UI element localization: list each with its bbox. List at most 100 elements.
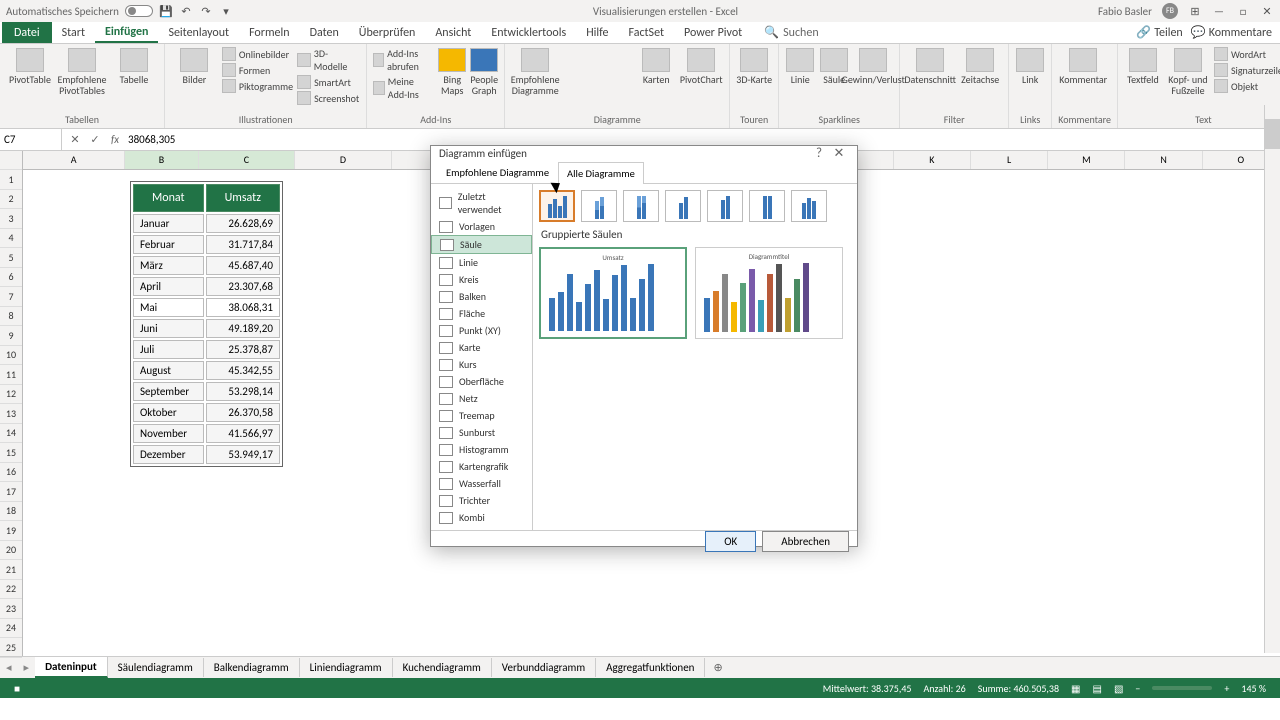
- row-header-4[interactable]: 4: [0, 229, 22, 249]
- row-header-7[interactable]: 7: [0, 287, 22, 307]
- table-button[interactable]: Tabelle: [110, 46, 158, 85]
- tab-einfuegen[interactable]: Einfügen: [95, 22, 158, 43]
- textfield-button[interactable]: Textfeld: [1124, 46, 1162, 85]
- tab-powerpivot[interactable]: Power Pivot: [674, 22, 752, 43]
- get-addins-button[interactable]: Add-Ins abrufen: [373, 46, 434, 74]
- pivottable-button[interactable]: PivotTable: [6, 46, 54, 85]
- cell-umsatz[interactable]: 25.378,87: [206, 340, 280, 359]
- signature-button[interactable]: Signaturzeile: [1214, 62, 1280, 78]
- slicer-button[interactable]: Datenschnitt: [906, 46, 954, 85]
- row-header-1[interactable]: 1: [0, 170, 22, 190]
- tab-hilfe[interactable]: Hilfe: [576, 22, 618, 43]
- row-header-6[interactable]: 6: [0, 268, 22, 288]
- chart-type-kombi[interactable]: Kombi: [431, 509, 532, 526]
- chart-type-trichter[interactable]: Trichter: [431, 492, 532, 509]
- chart-type-vorlagen[interactable]: Vorlagen: [431, 218, 532, 235]
- link-button[interactable]: Link: [1015, 46, 1045, 85]
- col-header-A[interactable]: A: [23, 151, 125, 169]
- zoom-out-icon[interactable]: −: [1135, 682, 1140, 695]
- cell-monat[interactable]: Oktober: [133, 403, 204, 422]
- cell-monat[interactable]: April: [133, 277, 204, 296]
- chart-type-balken[interactable]: Balken: [431, 288, 532, 305]
- tab-daten[interactable]: Daten: [300, 22, 349, 43]
- chart-gallery-line-icon[interactable]: [587, 46, 607, 62]
- cell-umsatz[interactable]: 53.298,14: [206, 382, 280, 401]
- sparkline-line-button[interactable]: Linie: [785, 46, 815, 85]
- subtype-clustered-column[interactable]: [539, 190, 575, 222]
- chart-type-kreis[interactable]: Kreis: [431, 271, 532, 288]
- row-header-9[interactable]: 9: [0, 326, 22, 346]
- row-header-8[interactable]: 8: [0, 307, 22, 327]
- row-header-3[interactable]: 3: [0, 209, 22, 229]
- zoom-level[interactable]: 145 %: [1241, 682, 1266, 695]
- chart-type-treemap[interactable]: Treemap: [431, 407, 532, 424]
- sheet-nav-first-icon[interactable]: ◂: [0, 661, 18, 674]
- chart-type-punkt-xy-[interactable]: Punkt (XY): [431, 322, 532, 339]
- people-graph-button[interactable]: People Graph: [470, 46, 498, 96]
- tab-ansicht[interactable]: Ansicht: [425, 22, 481, 43]
- pictograms-button[interactable]: Piktogramme: [222, 78, 293, 94]
- cell-umsatz[interactable]: 31.717,84: [206, 235, 280, 254]
- window-options-icon[interactable]: ⊞: [1188, 4, 1202, 18]
- comment-button[interactable]: Kommentar: [1058, 46, 1108, 85]
- pivotchart-button[interactable]: PivotChart: [679, 46, 723, 85]
- cell-umsatz[interactable]: 53.949,17: [206, 445, 280, 464]
- row-header-12[interactable]: 12: [0, 385, 22, 405]
- object-button[interactable]: Objekt: [1214, 78, 1280, 94]
- row-header-17[interactable]: 17: [0, 482, 22, 502]
- cell-umsatz[interactable]: 49.189,20: [206, 319, 280, 338]
- 3dmodels-button[interactable]: 3D-Modelle: [297, 46, 360, 74]
- chart-gallery-scatter-icon[interactable]: [611, 64, 631, 80]
- subtype-3d-clustered[interactable]: [665, 190, 701, 222]
- name-box[interactable]: C7: [0, 129, 62, 150]
- cell-monat[interactable]: Dezember: [133, 445, 204, 464]
- share-button[interactable]: 🔗 Teilen: [1136, 25, 1183, 40]
- row-header-19[interactable]: 19: [0, 521, 22, 541]
- dialog-tab-all[interactable]: Alle Diagramme: [558, 162, 644, 184]
- row-header-5[interactable]: 5: [0, 248, 22, 268]
- row-header-20[interactable]: 20: [0, 541, 22, 561]
- col-header-N[interactable]: N: [1125, 151, 1202, 169]
- table-row[interactable]: April23.307,68: [133, 277, 280, 296]
- chart-type-netz[interactable]: Netz: [431, 390, 532, 407]
- user-avatar[interactable]: FB: [1162, 3, 1178, 19]
- cell-monat[interactable]: August: [133, 361, 204, 380]
- chart-type-s-ule[interactable]: Säule: [431, 235, 532, 254]
- dialog-tab-recommended[interactable]: Empfohlene Diagramme: [437, 161, 558, 183]
- table-row[interactable]: Dezember53.949,17: [133, 445, 280, 464]
- sheet-tab-kuchendiagramm[interactable]: Kuchendiagramm: [393, 658, 492, 677]
- table-row[interactable]: Februar31.717,84: [133, 235, 280, 254]
- tab-seitenlayout[interactable]: Seitenlayout: [158, 22, 239, 43]
- dialog-ok-button[interactable]: OK: [705, 531, 756, 552]
- shapes-button[interactable]: Formen: [222, 62, 293, 78]
- cell-monat[interactable]: Juni: [133, 319, 204, 338]
- sheet-tab-aggregatfunktionen[interactable]: Aggregatfunktionen: [596, 658, 705, 677]
- cancel-formula-icon[interactable]: ✕: [68, 133, 82, 146]
- enter-formula-icon[interactable]: ✓: [88, 133, 102, 146]
- maps-button[interactable]: Karten: [637, 46, 675, 85]
- sheet-tab-verbunddiagramm[interactable]: Verbunddiagramm: [492, 658, 596, 677]
- save-icon[interactable]: 💾: [159, 4, 173, 18]
- col-header-B[interactable]: B: [125, 151, 198, 169]
- 3dmap-button[interactable]: 3D-Karte: [736, 46, 772, 85]
- row-header-2[interactable]: 2: [0, 190, 22, 210]
- wordart-button[interactable]: WordArt: [1214, 46, 1280, 62]
- fx-icon[interactable]: fx: [108, 133, 122, 146]
- sheet-tab-liniendiagramm[interactable]: Liniendiagramm: [300, 658, 393, 677]
- table-row[interactable]: November41.566,97: [133, 424, 280, 443]
- subtype-3d-column[interactable]: [791, 190, 827, 222]
- pictures-button[interactable]: Bilder: [171, 46, 218, 85]
- smartart-button[interactable]: SmartArt: [297, 74, 360, 90]
- chart-preview-1[interactable]: Umsatz: [539, 247, 687, 339]
- col-header-M[interactable]: M: [1048, 151, 1125, 169]
- chart-type-karte[interactable]: Karte: [431, 339, 532, 356]
- row-header-24[interactable]: 24: [0, 619, 22, 639]
- sheet-nav-last-icon[interactable]: ▸: [18, 661, 36, 674]
- cell-umsatz[interactable]: 26.628,69: [206, 214, 280, 233]
- cell-umsatz[interactable]: 41.566,97: [206, 424, 280, 443]
- cell-monat[interactable]: Mai: [133, 298, 204, 317]
- sheet-tab-dateninput[interactable]: Dateninput: [35, 657, 108, 678]
- zoom-slider[interactable]: [1152, 686, 1212, 690]
- sheet-tab-balkendiagramm[interactable]: Balkendiagramm: [204, 658, 300, 677]
- search-label[interactable]: Suchen: [783, 26, 818, 40]
